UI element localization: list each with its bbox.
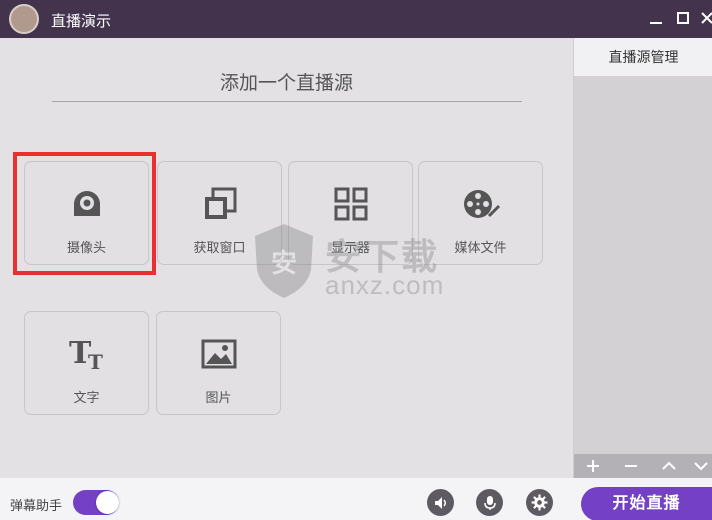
- tile-label: 摄像头: [66, 240, 106, 255]
- bullet-assistant-toggle[interactable]: [73, 490, 119, 515]
- image-icon: [201, 339, 236, 369]
- tile-webcam[interactable]: 摄像头: [24, 161, 149, 265]
- source-toolbar: [574, 454, 712, 478]
- chevron-up-icon: [662, 461, 676, 470]
- window-title: 直播演示: [51, 13, 112, 30]
- chevron-down-icon: [693, 462, 708, 471]
- toggle-knob: [96, 491, 119, 514]
- capture-window-icon: [204, 187, 236, 219]
- tile-image[interactable]: 图片: [156, 311, 281, 415]
- minimize-button[interactable]: [647, 9, 665, 27]
- maximize-icon: [677, 12, 689, 24]
- microphone-icon: [483, 495, 496, 510]
- watermark-sub: anxz.com: [325, 270, 445, 300]
- display-grid-icon: [334, 187, 367, 221]
- tile-text[interactable]: T T 文字: [24, 311, 149, 415]
- microphone-button[interactable]: [476, 489, 503, 516]
- text-icon: T T: [69, 336, 103, 372]
- tile-label: 图片: [205, 390, 232, 405]
- plus-icon: [587, 460, 599, 472]
- close-button[interactable]: [700, 9, 712, 27]
- svg-text:T: T: [88, 350, 103, 372]
- volume-button[interactable]: [427, 489, 454, 516]
- source-manager-panel: 直播源管理: [573, 38, 712, 478]
- title-bar: 直播演示: [0, 0, 712, 38]
- tile-label: 文字: [73, 390, 100, 405]
- source-manager-title: 直播源管理: [574, 38, 712, 76]
- svg-text:安: 安: [271, 249, 297, 279]
- settings-icon: [531, 494, 548, 511]
- remove-source-button[interactable]: [612, 454, 650, 478]
- add-source-heading: 添加一个直播源: [219, 73, 353, 94]
- minus-icon: [625, 465, 637, 467]
- bullet-assistant-label: 弹幕助手: [10, 498, 63, 513]
- media-reel-icon: [463, 190, 500, 218]
- bottom-bar: 弹幕助手 开始直播: [0, 478, 712, 520]
- minimize-icon: [650, 22, 662, 24]
- maximize-button[interactable]: [674, 9, 692, 27]
- avatar[interactable]: [9, 4, 39, 34]
- move-down-button[interactable]: [688, 454, 712, 478]
- heading-divider: [52, 101, 522, 102]
- webcam-icon: [73, 191, 100, 216]
- volume-icon: [434, 496, 446, 509]
- start-live-button[interactable]: 开始直播: [581, 487, 712, 520]
- watermark-shield-icon: 安: [255, 224, 313, 298]
- move-up-button[interactable]: [650, 454, 688, 478]
- add-source-button[interactable]: [574, 454, 612, 478]
- close-icon: [701, 12, 712, 24]
- settings-button[interactable]: [526, 489, 553, 516]
